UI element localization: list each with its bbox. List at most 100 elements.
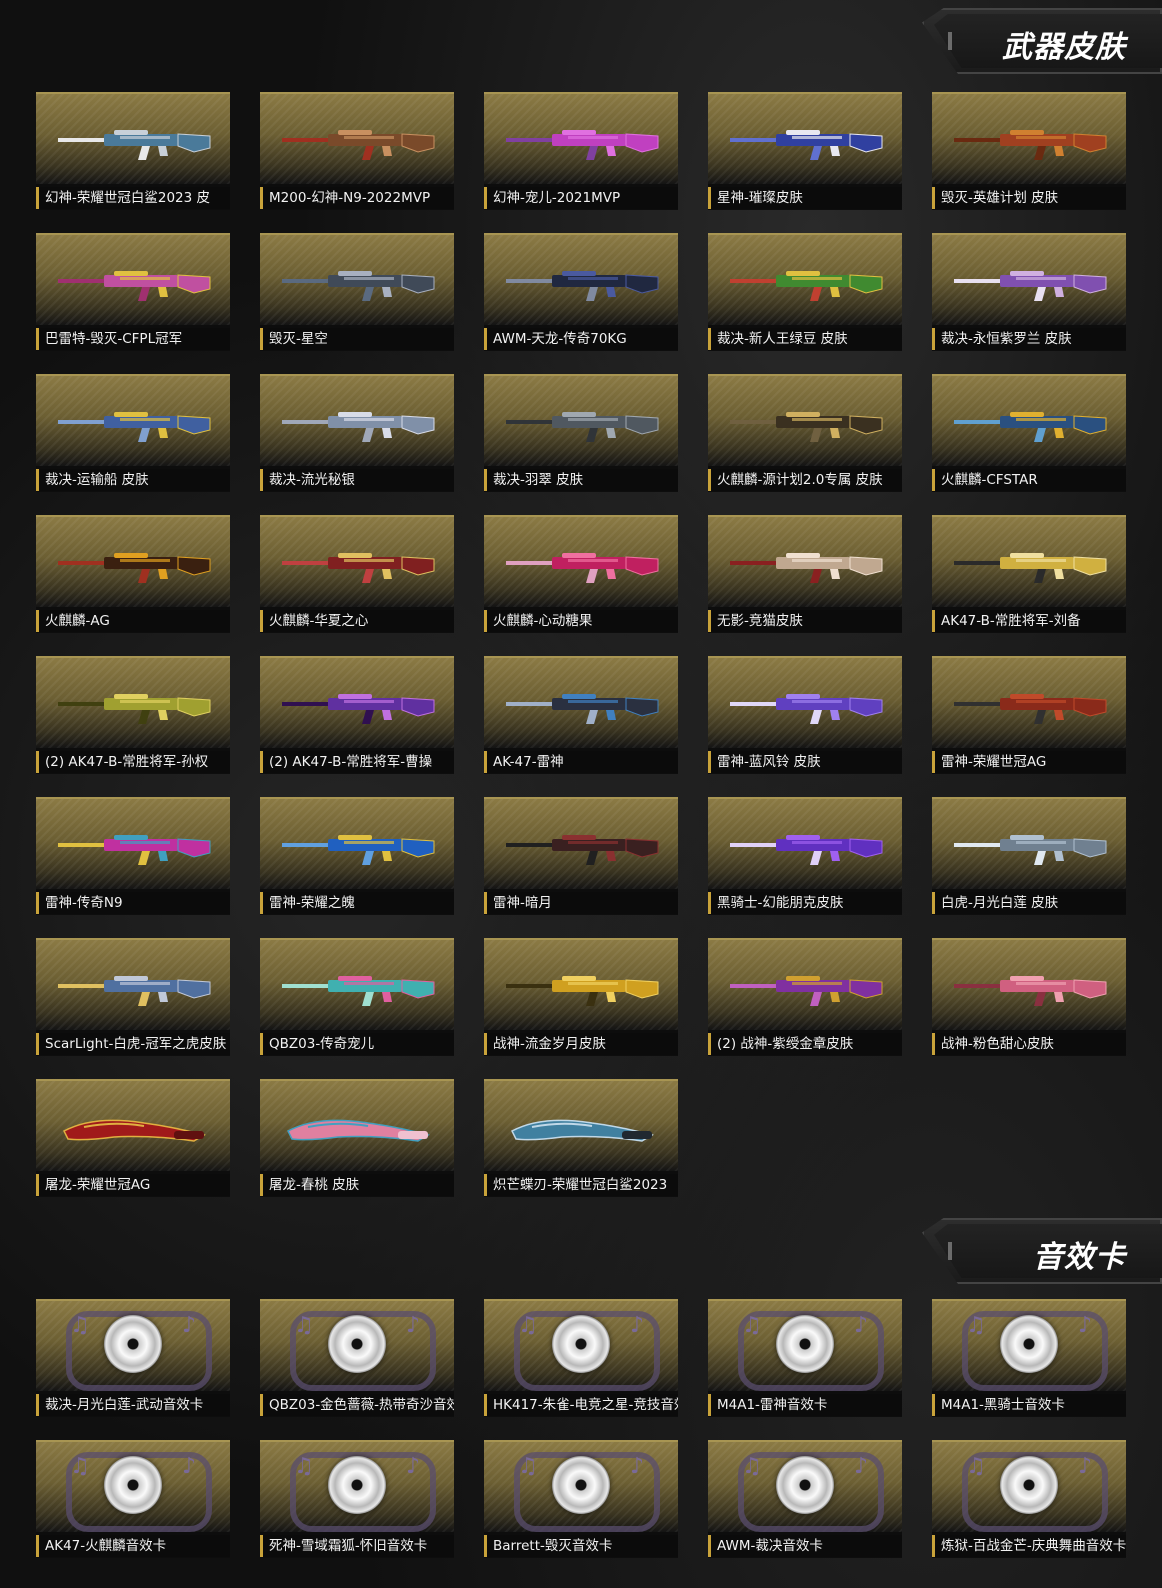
skin-preview — [708, 797, 902, 889]
weapon-skin-card[interactable]: 雷神-暗月 — [484, 797, 678, 915]
skin-name: 屠龙-春桃 皮肤 — [260, 1174, 454, 1196]
weapon-skin-card[interactable]: 黑骑士-幻能朋克皮肤 — [708, 797, 902, 915]
weapon-skin-card[interactable]: 幻神-宠儿-2021MVP — [484, 92, 678, 210]
weapon-skin-card[interactable]: 炽芒蝶刃-荣耀世冠白鲨2023 — [484, 1079, 678, 1197]
weapon-skin-card[interactable]: 火麒麟-源计划2.0专属 皮肤 — [708, 374, 902, 492]
weapon-skin-card[interactable]: 火麒麟-CFSTAR — [932, 374, 1126, 492]
skin-preview — [260, 1079, 454, 1171]
skin-preview — [260, 233, 454, 325]
weapon-skin-card[interactable]: AK47-B-常胜将军-刘备 — [932, 515, 1126, 633]
weapon-image — [63, 1119, 206, 1142]
weapon-image — [954, 553, 1107, 583]
weapon-image — [282, 271, 435, 301]
weapon-skin-card[interactable]: M200-幻神-N9-2022MVP — [260, 92, 454, 210]
weapon-skin-card[interactable]: 火麒麟-AG — [36, 515, 230, 633]
weapon-skin-card[interactable]: ScarLight-白虎-冠军之虎皮肤 — [36, 938, 230, 1056]
weapon-skin-card[interactable]: 火麒麟-华夏之心 — [260, 515, 454, 633]
skin-preview — [260, 515, 454, 607]
weapon-skin-card[interactable]: (2) AK47-B-常胜将军-曹操 — [260, 656, 454, 774]
weapon-image — [730, 553, 883, 583]
sound-card-name: Barrett-毁灭音效卡 — [484, 1535, 678, 1557]
skin-preview — [36, 233, 230, 325]
weapon-skin-card[interactable]: 无影-竞猫皮肤 — [708, 515, 902, 633]
weapon-skin-card[interactable]: 屠龙-荣耀世冠AG — [36, 1079, 230, 1197]
skin-name: 裁决-新人王绿豆 皮肤 — [708, 328, 902, 350]
weapon-skin-card[interactable]: 战神-流金岁月皮肤 — [484, 938, 678, 1056]
weapon-skin-card[interactable]: 雷神-传奇N9 — [36, 797, 230, 915]
weapon-image — [282, 130, 435, 160]
weapon-skin-card[interactable]: 裁决-永恒紫罗兰 皮肤 — [932, 233, 1126, 351]
sound-card[interactable]: ♫ ♪ M4A1-黑骑士音效卡 — [932, 1299, 1126, 1417]
skin-preview — [932, 656, 1126, 748]
sound-card[interactable]: ♫ ♪ AWM-裁决音效卡 — [708, 1440, 902, 1558]
weapon-image — [58, 412, 211, 442]
skin-preview — [708, 938, 902, 1030]
weapon-skin-card[interactable]: 星神-璀璨皮肤 — [708, 92, 902, 210]
skin-name: 白虎-月光白莲 皮肤 — [932, 892, 1126, 914]
cd-disc-icon — [552, 1315, 610, 1373]
skin-name: 裁决-羽翠 皮肤 — [484, 469, 678, 491]
sound-card[interactable]: ♫ ♪ QBZ03-金色蔷薇-热带奇沙音效卡 — [260, 1299, 454, 1417]
sound-card[interactable]: ♫ ♪ 炼狱-百战金芒-庆典舞曲音效卡 — [932, 1440, 1126, 1558]
sound-cards-grid: ♫ ♪ 裁决-月光白莲-武动音效卡 ♫ ♪ QBZ03-金色蔷薇-热带奇沙音效卡… — [36, 1299, 1126, 1558]
sound-card-preview: ♫ ♪ — [260, 1299, 454, 1391]
skin-name: 毁灭-英雄计划 皮肤 — [932, 187, 1126, 209]
sound-card[interactable]: ♫ ♪ 裁决-月光白莲-武动音效卡 — [36, 1299, 230, 1417]
weapon-image — [282, 412, 435, 442]
weapon-skin-card[interactable]: 裁决-羽翠 皮肤 — [484, 374, 678, 492]
skin-preview — [260, 938, 454, 1030]
music-note-icon: ♪ — [854, 1454, 869, 1479]
weapon-skin-card[interactable]: (2) 战神-紫绶金章皮肤 — [708, 938, 902, 1056]
skin-name: 黑骑士-幻能朋克皮肤 — [708, 892, 902, 914]
weapon-skin-card[interactable]: AWM-天龙-传奇70KG — [484, 233, 678, 351]
skin-preview — [36, 92, 230, 184]
weapon-skin-card[interactable]: 毁灭-英雄计划 皮肤 — [932, 92, 1126, 210]
weapon-image — [58, 694, 211, 724]
weapon-skin-card[interactable]: 屠龙-春桃 皮肤 — [260, 1079, 454, 1197]
skin-name: M200-幻神-N9-2022MVP — [260, 187, 454, 209]
weapon-skin-card[interactable]: 幻神-荣耀世冠白鲨2023 皮 — [36, 92, 230, 210]
weapon-image — [506, 976, 659, 1006]
weapon-skin-card[interactable]: 毁灭-星空 — [260, 233, 454, 351]
sound-card-preview: ♫ ♪ — [36, 1440, 230, 1532]
skin-name: AWM-天龙-传奇70KG — [484, 328, 678, 350]
skin-preview — [708, 374, 902, 466]
weapon-image — [954, 271, 1107, 301]
music-note-icon: ♫ — [966, 1454, 986, 1479]
skin-name: 炽芒蝶刃-荣耀世冠白鲨2023 — [484, 1174, 678, 1196]
sound-card[interactable]: ♫ ♪ M4A1-雷神音效卡 — [708, 1299, 902, 1417]
skin-name: (2) AK47-B-常胜将军-曹操 — [260, 751, 454, 773]
weapon-skin-card[interactable]: 裁决-运输船 皮肤 — [36, 374, 230, 492]
music-note-icon: ♪ — [630, 1454, 645, 1479]
sound-card[interactable]: ♫ ♪ 死神-雪域霜狐-怀旧音效卡 — [260, 1440, 454, 1558]
weapon-skin-card[interactable]: QBZ03-传奇宠儿 — [260, 938, 454, 1056]
weapon-skin-card[interactable]: 火麒麟-心动糖果 — [484, 515, 678, 633]
weapon-skin-card[interactable]: (2) AK47-B-常胜将军-孙权 — [36, 656, 230, 774]
weapon-skin-card[interactable]: AK-47-雷神 — [484, 656, 678, 774]
skin-name: 无影-竞猫皮肤 — [708, 610, 902, 632]
skin-preview — [260, 797, 454, 889]
weapon-image — [730, 976, 883, 1006]
weapon-skin-card[interactable]: 裁决-新人王绿豆 皮肤 — [708, 233, 902, 351]
sound-card[interactable]: ♫ ♪ HK417-朱雀-电竞之星-竞技音效卡 — [484, 1299, 678, 1417]
weapon-skin-card[interactable]: 雷神-蓝风铃 皮肤 — [708, 656, 902, 774]
weapon-skin-card[interactable]: 雷神-荣耀之魄 — [260, 797, 454, 915]
skin-name: 雷神-暗月 — [484, 892, 678, 914]
weapon-skin-card[interactable]: 巴雷特-毁灭-CFPL冠军 — [36, 233, 230, 351]
music-note-icon: ♫ — [294, 1454, 314, 1479]
skin-name: ScarLight-白虎-冠军之虎皮肤 — [36, 1033, 230, 1055]
weapon-skin-card[interactable]: 战神-粉色甜心皮肤 — [932, 938, 1126, 1056]
header-accent — [948, 32, 952, 50]
weapon-skin-card[interactable]: 雷神-荣耀世冠AG — [932, 656, 1126, 774]
skin-preview — [484, 515, 678, 607]
weapon-skin-card[interactable]: 裁决-流光秘银 — [260, 374, 454, 492]
weapon-image — [58, 553, 211, 583]
skin-preview — [932, 938, 1126, 1030]
sound-card[interactable]: ♫ ♪ AK47-火麒麟音效卡 — [36, 1440, 230, 1558]
weapon-skin-card[interactable]: 白虎-月光白莲 皮肤 — [932, 797, 1126, 915]
weapon-image — [506, 694, 659, 724]
weapon-image — [954, 412, 1107, 442]
sound-card-preview: ♫ ♪ — [36, 1299, 230, 1391]
sound-card[interactable]: ♫ ♪ Barrett-毁灭音效卡 — [484, 1440, 678, 1558]
sound-card-name: AWM-裁决音效卡 — [708, 1535, 902, 1557]
